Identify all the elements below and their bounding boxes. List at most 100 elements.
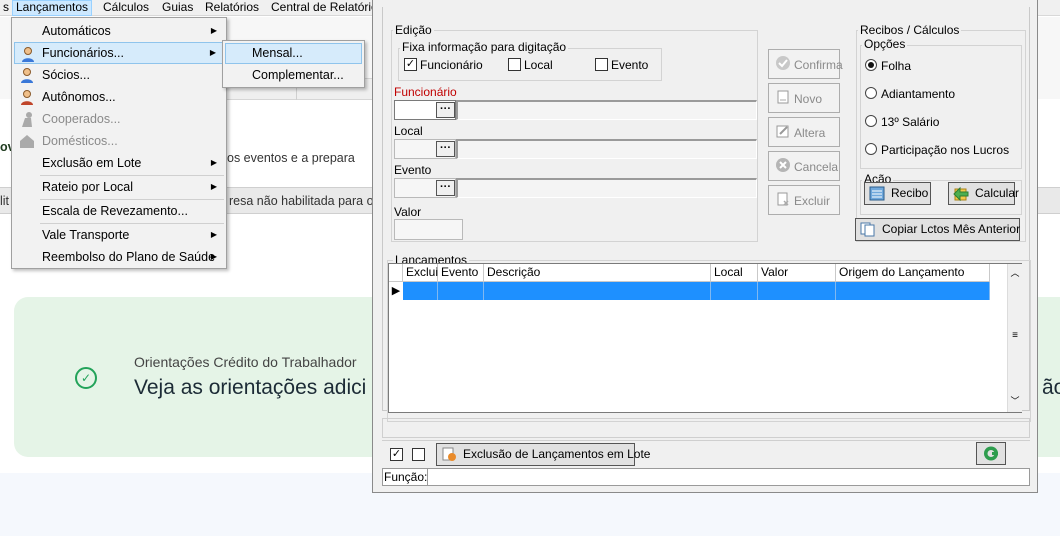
exclusao-lote-label: Exclusão de Lançamentos em Lote bbox=[463, 447, 651, 461]
status-fragment: lit bbox=[0, 194, 10, 208]
column-local[interactable]: Local bbox=[711, 264, 758, 282]
column-evento[interactable]: Evento bbox=[438, 264, 484, 282]
local-description bbox=[456, 139, 757, 159]
scroll-up-icon[interactable]: ︿ bbox=[1008, 266, 1022, 279]
callout-text-fragment: ão bbox=[1042, 376, 1060, 399]
menu-vale-transporte[interactable]: Vale Transporte ▶ bbox=[14, 224, 224, 246]
menu-funcionarios[interactable]: Funcionários... ▶ bbox=[14, 42, 224, 64]
callout-text[interactable]: Veja as orientações adici bbox=[134, 376, 366, 400]
local-checkbox-label: Local bbox=[524, 58, 553, 72]
column-origem[interactable]: Origem do Lançamento bbox=[836, 264, 990, 282]
copy-icon bbox=[860, 222, 875, 237]
menu-vale-transporte-label: Vale Transporte bbox=[42, 228, 130, 242]
menu-socios[interactable]: Sócios... bbox=[14, 64, 224, 86]
opcoes-title: Opções bbox=[862, 37, 908, 51]
folha-radio[interactable] bbox=[865, 59, 877, 71]
evento-lookup-button[interactable]: ··· bbox=[436, 180, 455, 196]
menu-exclusao-lote[interactable]: Exclusão em Lote ▶ bbox=[14, 152, 224, 174]
novo-button[interactable]: Novo bbox=[768, 83, 840, 113]
submenu-mensal[interactable]: Mensal... bbox=[225, 43, 362, 64]
adiantamento-radio-label: Adiantamento bbox=[881, 87, 956, 101]
table-row-cell[interactable] bbox=[711, 282, 758, 300]
menu-reembolso-plano-saude[interactable]: Reembolso do Plano de Saúde ▶ bbox=[14, 246, 224, 268]
calcular-button[interactable]: Calcular bbox=[948, 182, 1019, 205]
callout-title: Orientações Crédito do Trabalhador bbox=[134, 354, 357, 370]
menu-rateio-local[interactable]: Rateio por Local ▶ bbox=[14, 176, 224, 198]
copiar-lctos-button[interactable]: Copiar Lctos Mês Anterior bbox=[855, 218, 1020, 241]
row-indicator-header bbox=[389, 264, 403, 282]
menu-rateio-local-label: Rateio por Local bbox=[42, 180, 134, 194]
table-row-cell[interactable] bbox=[484, 282, 711, 300]
table-row-cell[interactable] bbox=[836, 282, 990, 300]
menu-escala-revezamento-label: Escala de Revezamento... bbox=[42, 204, 188, 218]
menu-automaticos[interactable]: Automáticos ▶ bbox=[14, 20, 224, 42]
funcionarios-submenu: Mensal... Complementar... bbox=[222, 40, 365, 88]
refresh-icon bbox=[984, 446, 998, 461]
table-row-cell[interactable] bbox=[758, 282, 836, 300]
excluir-button[interactable]: Excluir bbox=[768, 185, 840, 215]
evento-checkbox-label: Evento bbox=[611, 58, 649, 72]
submenu-complementar[interactable]: Complementar... bbox=[225, 65, 362, 86]
funcionario-lookup-button[interactable]: ··· bbox=[436, 102, 455, 118]
submenu-arrow-icon: ▶ bbox=[210, 252, 217, 261]
menu-calculos[interactable]: Cálculos bbox=[100, 0, 152, 16]
local-checkbox[interactable] bbox=[508, 58, 521, 71]
adiantamento-radio[interactable] bbox=[865, 87, 877, 99]
excluir-label: Excluir bbox=[794, 194, 831, 208]
current-row-indicator-icon: ▶ bbox=[391, 285, 401, 297]
menu-central-relatorios[interactable]: Central de Relatórios bbox=[268, 0, 387, 16]
receipt-icon bbox=[869, 186, 885, 201]
funcao-divider bbox=[427, 469, 428, 485]
select-all-checkbox[interactable]: ✓ bbox=[390, 448, 403, 461]
table-row-cell[interactable] bbox=[403, 282, 438, 300]
freelancer-icon bbox=[21, 90, 33, 105]
edicao-title: Edição bbox=[393, 23, 434, 37]
background-right-strip bbox=[1037, 17, 1060, 99]
background-text: os eventos e a prepara bbox=[227, 151, 355, 165]
altera-button[interactable]: Altera bbox=[768, 117, 840, 147]
menu-escala-revezamento[interactable]: Escala de Revezamento... bbox=[14, 200, 224, 222]
evento-description bbox=[456, 178, 757, 198]
confirma-label: Confirma bbox=[794, 58, 843, 72]
submenu-arrow-icon: ▶ bbox=[210, 26, 217, 35]
lancamentos-grid[interactable]: Excluir Evento Descrição Local Valor Ori… bbox=[388, 263, 1022, 413]
menu-funcionarios-label: Funcionários... bbox=[42, 46, 124, 60]
calculate-icon bbox=[953, 186, 969, 201]
exclusao-lote-button[interactable]: Exclusão de Lançamentos em Lote bbox=[436, 443, 650, 466]
local-lookup-button[interactable]: ··· bbox=[436, 141, 455, 157]
menu-lancamentos[interactable]: Lançamentos bbox=[12, 0, 93, 16]
submenu-arrow-icon: ▶ bbox=[209, 48, 216, 57]
decimo-terceiro-radio[interactable] bbox=[865, 115, 877, 127]
unselect-all-checkbox[interactable] bbox=[412, 448, 425, 461]
menu-autonomos[interactable]: Autônomos... bbox=[14, 86, 224, 108]
funcionario-checkbox[interactable]: ✓ bbox=[404, 58, 417, 71]
vertical-scrollbar[interactable]: ︿ ≡ ﹀ bbox=[1007, 264, 1022, 412]
bottom-toolbar: ✓ Exclusão de Lançamentos em Lote bbox=[382, 440, 1030, 468]
menu-item-partial[interactable]: s bbox=[0, 0, 12, 16]
scroll-down-icon[interactable]: ﹀ bbox=[1008, 394, 1022, 407]
funcionario-description bbox=[456, 100, 757, 120]
fixa-title: Fixa informação para digitação bbox=[400, 40, 569, 54]
evento-checkbox[interactable] bbox=[595, 58, 608, 71]
menu-cooperados-label: Cooperados... bbox=[42, 112, 121, 126]
person-icon bbox=[22, 47, 34, 62]
menu-relatorios[interactable]: Relatórios bbox=[202, 0, 262, 16]
cooperative-icon bbox=[22, 112, 32, 127]
recibo-button[interactable]: Recibo bbox=[864, 182, 931, 205]
refresh-button[interactable] bbox=[976, 442, 1006, 465]
valor-label: Valor bbox=[394, 205, 422, 219]
menu-guias[interactable]: Guias bbox=[159, 0, 196, 16]
valor-input[interactable] bbox=[394, 219, 463, 240]
confirma-button[interactable]: Confirma bbox=[768, 49, 843, 79]
participacao-lucros-radio[interactable] bbox=[865, 143, 877, 155]
cancela-button[interactable]: Cancela bbox=[768, 151, 840, 181]
column-descricao[interactable]: Descrição bbox=[484, 264, 711, 282]
calcular-label: Calcular bbox=[975, 186, 1020, 200]
column-valor[interactable]: Valor bbox=[758, 264, 836, 282]
table-row-cell[interactable] bbox=[438, 282, 484, 300]
scroll-grip-icon[interactable]: ≡ bbox=[1008, 330, 1022, 341]
lancamentos-dialog: Edição Fixa informação para digitação ✓ … bbox=[372, 0, 1038, 493]
column-excluir[interactable]: Excluir bbox=[403, 264, 442, 282]
menu-automaticos-label: Automáticos bbox=[42, 24, 111, 38]
dialog-info-bar bbox=[382, 418, 1030, 438]
